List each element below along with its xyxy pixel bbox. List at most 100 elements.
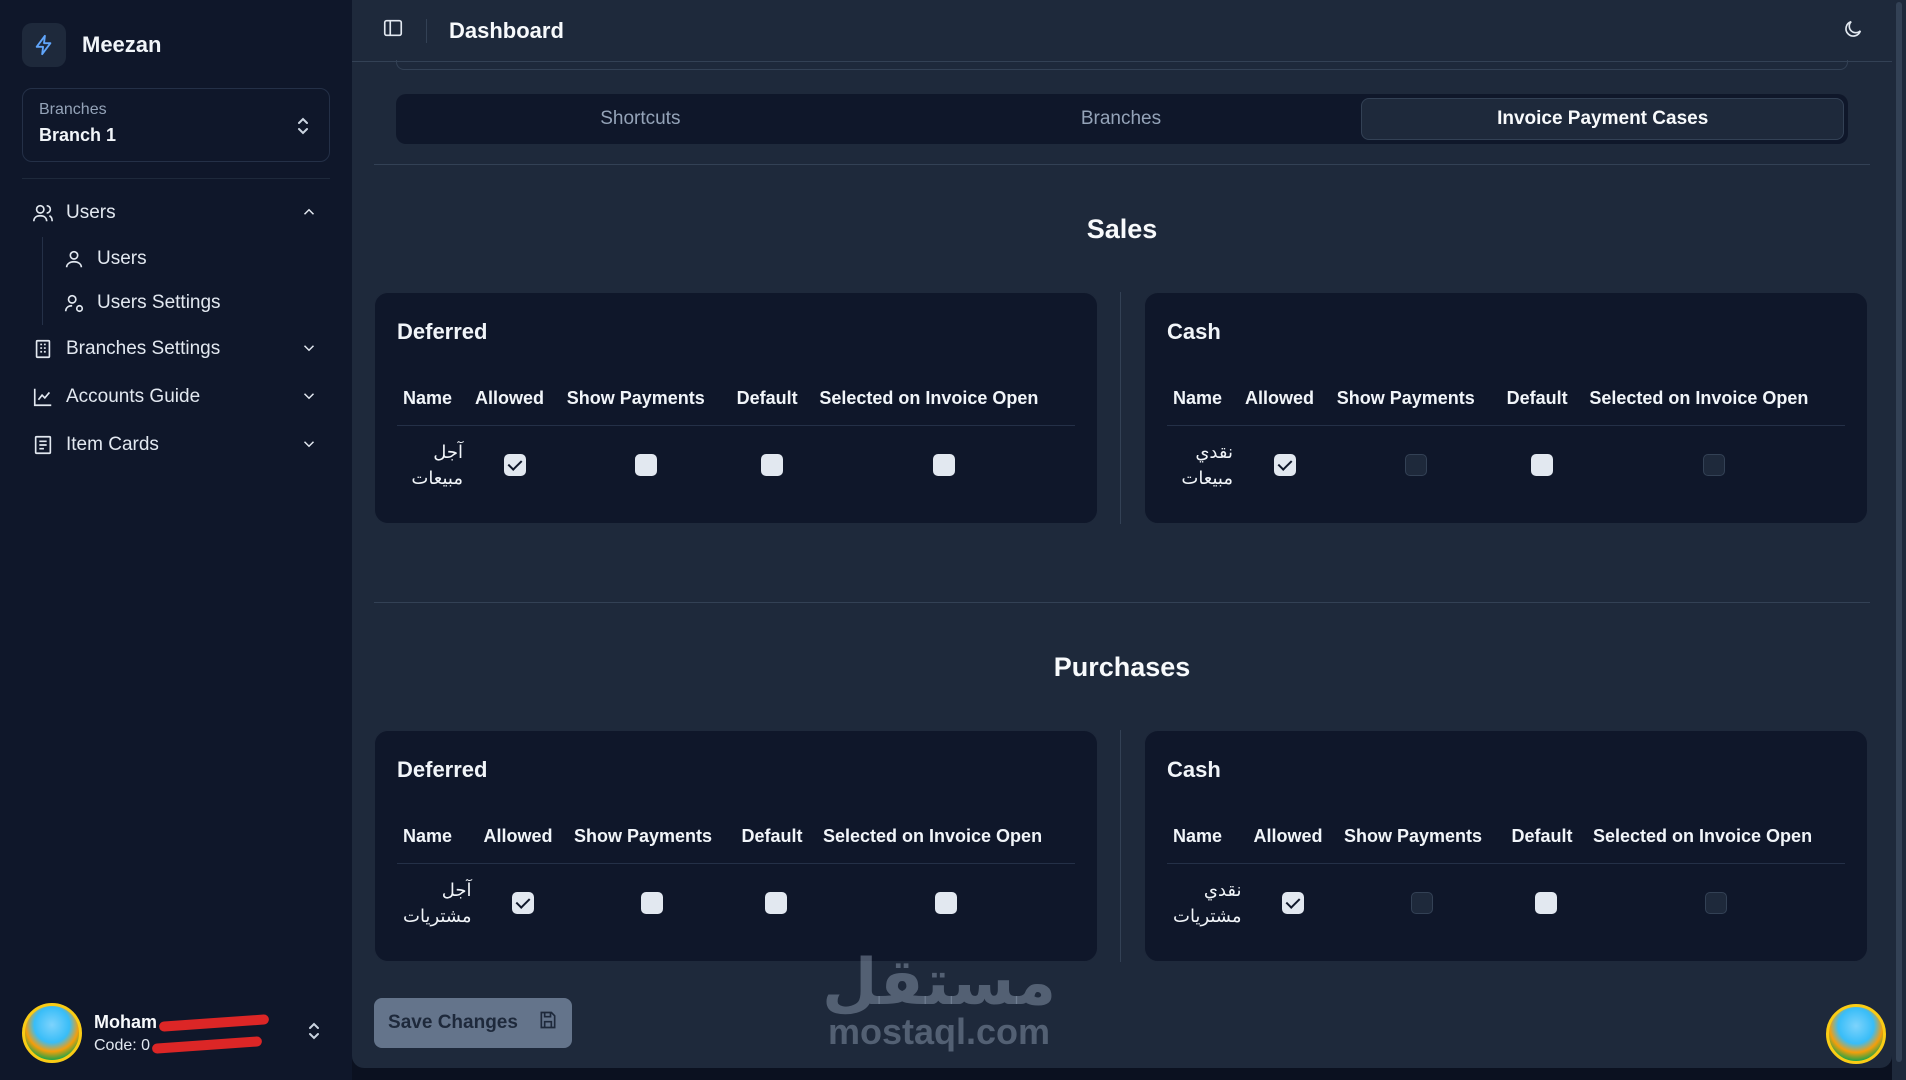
row-name: نقدي مشتريات [1173, 880, 1242, 927]
sidebar-item-item-cards[interactable]: Item Cards [22, 421, 330, 469]
brand[interactable]: Meezan [22, 22, 330, 68]
column-header-selected-on-open: Selected on Invoice Open [817, 811, 1075, 864]
column-header-default: Default [1505, 811, 1587, 864]
user-icon [63, 248, 85, 270]
sidebar: Meezan Branches Branch 1 Users Users Use [0, 0, 352, 1080]
column-header-allowed: Allowed [1247, 811, 1338, 864]
column-header-show-payments: Show Payments [567, 811, 736, 864]
show-payments-checkbox[interactable] [634, 454, 657, 477]
watermark: مستقل mostaql.com [822, 950, 1056, 1050]
branch-selector[interactable]: Branches Branch 1 [22, 88, 330, 162]
topbar: Dashboard [352, 0, 1892, 62]
column-header-allowed: Allowed [477, 811, 568, 864]
selected-on-open-checkbox[interactable] [935, 892, 957, 915]
card-title: Deferred [397, 757, 488, 782]
table-row: آجل مبيعات [397, 425, 1075, 505]
section-divider [374, 602, 1870, 603]
sidebar-subitem-users-label: Users [97, 248, 147, 269]
sidebar-subitem-users[interactable]: Users [63, 237, 330, 281]
selected-on-open-checkbox [1703, 454, 1726, 477]
column-header-selected-on-open: Selected on Invoice Open [813, 373, 1075, 426]
card-title: Cash [1167, 757, 1221, 782]
section-title-sales: Sales [1086, 214, 1158, 244]
column-header-allowed: Allowed [1239, 373, 1331, 426]
default-checkbox[interactable] [1530, 454, 1553, 477]
app-name: Meezan [82, 32, 162, 57]
default-checkbox[interactable] [765, 892, 788, 915]
row-name: آجل مبيعات [411, 442, 463, 489]
payment-table: Name Allowed Show Payments Default Selec… [1167, 811, 1845, 943]
avatar[interactable] [1826, 1004, 1886, 1064]
column-header-selected-on-open: Selected on Invoice Open [1587, 811, 1845, 864]
users-submenu: Users Users Settings [42, 237, 330, 325]
sidebar-item-users[interactable]: Users [22, 189, 330, 237]
allowed-checkbox[interactable] [503, 454, 526, 477]
table-row: نقدي مشتريات [1167, 863, 1845, 943]
payment-table: Name Allowed Show Payments Default Selec… [397, 811, 1075, 943]
show-payments-checkbox[interactable] [640, 892, 663, 915]
column-header-default: Default [1500, 373, 1584, 426]
show-payments-checkbox [1410, 892, 1433, 915]
chevron-updown-icon [306, 1020, 322, 1047]
user-name: Moham [94, 1012, 270, 1033]
row-name: نقدي مبيعات [1181, 442, 1233, 489]
column-header-default: Default [730, 373, 814, 426]
payment-table: Name Allowed Show Payments Default Selec… [397, 373, 1075, 505]
selected-on-open-checkbox[interactable] [933, 454, 956, 477]
bolt-icon [22, 23, 66, 67]
watermark-latin: mostaql.com [828, 1011, 1051, 1052]
scrollbar-thumb[interactable] [1896, 2, 1902, 1062]
sales-split [1120, 292, 1121, 524]
column-header-name: Name [397, 373, 469, 426]
purchases-split [1120, 730, 1121, 962]
sidebar-item-users-label: Users [66, 202, 116, 223]
scrollbar[interactable] [1892, 0, 1906, 1080]
card-title: Cash [1167, 319, 1221, 344]
allowed-checkbox[interactable] [1281, 892, 1304, 915]
tab-branches[interactable]: Branches [881, 98, 1362, 140]
column-header-name: Name [1167, 373, 1239, 426]
card-purchases-cash: Cash Name Allowed Show Payments Default … [1144, 730, 1868, 962]
column-header-name: Name [1167, 811, 1248, 864]
column-header-show-payments: Show Payments [560, 373, 731, 426]
page-title: Dashboard [449, 17, 564, 43]
scrolled-card-edge [396, 60, 1848, 70]
selected-on-open-checkbox [1705, 892, 1727, 915]
column-header-allowed: Allowed [469, 373, 561, 426]
chevron-down-icon [300, 387, 318, 411]
allowed-checkbox[interactable] [1273, 454, 1296, 477]
branch-selector-value: Branch 1 [39, 125, 117, 145]
sidebar-item-accounts-guide[interactable]: Accounts Guide [22, 373, 330, 421]
save-button[interactable]: Save Changes [374, 998, 572, 1048]
tab-invoice-payment-cases[interactable]: Invoice Payment Cases [1361, 98, 1845, 140]
sidebar-item-item-cards-label: Item Cards [66, 434, 159, 455]
sidebar-divider [22, 178, 330, 179]
chevron-updown-icon [295, 115, 311, 142]
user-settings-icon [63, 292, 85, 314]
moon-icon[interactable] [1842, 18, 1864, 45]
main-panel: Dashboard Shortcuts Branches Invoice Pay… [352, 0, 1892, 1068]
column-header-default: Default [735, 811, 817, 864]
default-checkbox[interactable] [1535, 892, 1558, 915]
sidebar-subitem-users-settings[interactable]: Users Settings [63, 281, 330, 325]
chart-icon [32, 386, 54, 408]
allowed-checkbox[interactable] [511, 892, 534, 915]
watermark-arabic: مستقل [822, 946, 1057, 1018]
default-checkbox[interactable] [760, 454, 783, 477]
tab-shortcuts[interactable]: Shortcuts [400, 98, 881, 140]
cards-icon [32, 434, 54, 456]
column-header-name: Name [397, 811, 478, 864]
user-menu[interactable]: Moham Code: 0 [22, 1000, 330, 1066]
column-header-show-payments: Show Payments [1337, 811, 1506, 864]
card-sales-deferred: Deferred Name Allowed Show Payments Defa… [374, 292, 1098, 524]
topbar-separator [426, 18, 427, 43]
save-icon [538, 1010, 558, 1036]
chevron-down-icon [300, 339, 318, 363]
sidebar-item-branches-settings[interactable]: Branches Settings [22, 325, 330, 373]
sidebar-toggle-icon[interactable] [382, 17, 404, 44]
chevron-up-icon [300, 203, 318, 227]
building-icon [32, 338, 54, 360]
tabs-divider [374, 164, 1870, 165]
user-code: Code: 0 [94, 1036, 269, 1055]
chevron-down-icon [300, 435, 318, 459]
